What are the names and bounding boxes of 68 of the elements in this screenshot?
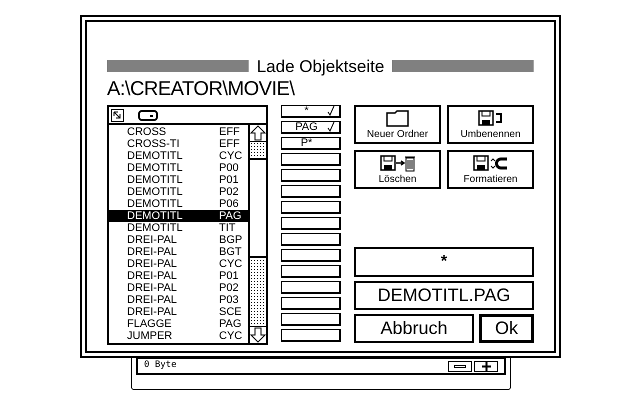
file-row[interactable]: DREI-PAL BGP	[109, 234, 248, 246]
file-name: DREI-PAL	[127, 258, 178, 270]
action-button[interactable]: Umbenennen	[447, 105, 534, 144]
file-extension: BGT	[219, 246, 242, 258]
file-extension: P06	[219, 198, 239, 210]
file-extension: P01	[219, 270, 239, 282]
file-extension: BGP	[219, 234, 242, 246]
cancel-button[interactable]: Abbruch	[354, 314, 474, 343]
file-name: CROSS	[127, 126, 168, 138]
file-extension: P01	[219, 174, 239, 186]
file-name: DEMOTITL	[127, 210, 184, 222]
file-name: DREI-PAL	[127, 306, 178, 318]
file-extension: CYC	[219, 150, 242, 162]
file-row[interactable]: DEMOTITL CYC	[109, 150, 248, 162]
file-row[interactable]: DREI-PAL P03	[109, 294, 248, 306]
file-extension: P02	[219, 282, 239, 294]
filename-field[interactable]: DEMOTITL.PAG	[354, 281, 534, 310]
file-extension: TIT	[219, 222, 236, 234]
file-name: CROSS-TI	[127, 138, 181, 150]
file-row[interactable]: DREI-PAL P02	[109, 282, 248, 294]
file-row[interactable]: DEMOTITL TIT	[109, 222, 248, 234]
file-row[interactable]: DEMOTITL P06	[109, 198, 248, 210]
file-row[interactable]: CROSS EFF	[109, 126, 248, 138]
filter-button[interactable]: PAG	[281, 121, 341, 134]
filter-field[interactable]: *	[354, 247, 534, 277]
file-row[interactable]: DEMOTITL P00	[109, 162, 248, 174]
dialog-title: Lade Objektseite	[256, 58, 384, 74]
file-name: JUMPER	[127, 330, 174, 342]
file-name: DREI-PAL	[127, 270, 178, 282]
file-extension: CYC	[219, 258, 242, 270]
action-button[interactable]: Formatieren	[447, 150, 534, 189]
file-name: DREI-PAL	[127, 234, 178, 246]
file-row[interactable]: CROSS-TI EFF	[109, 138, 248, 150]
file-row[interactable]: DEMOTITL PAG	[109, 210, 248, 222]
file-row[interactable]: DREI-PAL BGT	[109, 246, 248, 258]
file-row[interactable]: FLAGGE PAG	[109, 318, 248, 330]
file-name: DEMOTITL	[127, 162, 184, 174]
file-extension: SCE	[219, 306, 242, 318]
file-extension: EFF	[219, 138, 240, 150]
file-name: DREI-PAL	[127, 294, 178, 306]
filter-button[interactable]: P*	[281, 137, 341, 150]
file-extension: P00	[219, 162, 239, 174]
file-row[interactable]: DREI-PAL P01	[109, 270, 248, 282]
file-extension: CYC	[219, 330, 242, 342]
file-extension: P02	[219, 186, 239, 198]
file-name: DREI-PAL	[127, 246, 178, 258]
action-button[interactable]: Löschen	[354, 150, 441, 189]
directory-path: A:\CREATOR\MOVIE\	[107, 79, 296, 102]
action-button[interactable]: Neuer Ordner	[354, 105, 441, 144]
file-name: DEMOTITL	[127, 198, 184, 210]
file-name: DEMOTITL	[127, 174, 184, 186]
file-extension: P03	[219, 294, 239, 306]
file-extension: PAG	[219, 210, 242, 222]
file-row[interactable]: DREI-PAL CYC	[109, 258, 248, 270]
file-name: DREI-PAL	[127, 282, 178, 294]
file-extension: PAG	[219, 318, 242, 330]
ok-button[interactable]: Ok	[479, 314, 534, 343]
file-row[interactable]: DREI-PAL SCE	[109, 306, 248, 318]
status-text: 0 Byte	[144, 359, 178, 372]
file-name: DEMOTITL	[127, 222, 184, 234]
file-row[interactable]: JUMPER CYC	[109, 330, 248, 342]
file-row[interactable]: DEMOTITL P02	[109, 186, 248, 198]
file-row[interactable]: DEMOTITL P01	[109, 174, 248, 186]
file-extension: EFF	[219, 126, 240, 138]
filter-button[interactable]: *	[281, 105, 341, 118]
file-name: DEMOTITL	[127, 150, 184, 162]
file-name: FLAGGE	[127, 318, 173, 330]
file-name: DEMOTITL	[127, 186, 184, 198]
